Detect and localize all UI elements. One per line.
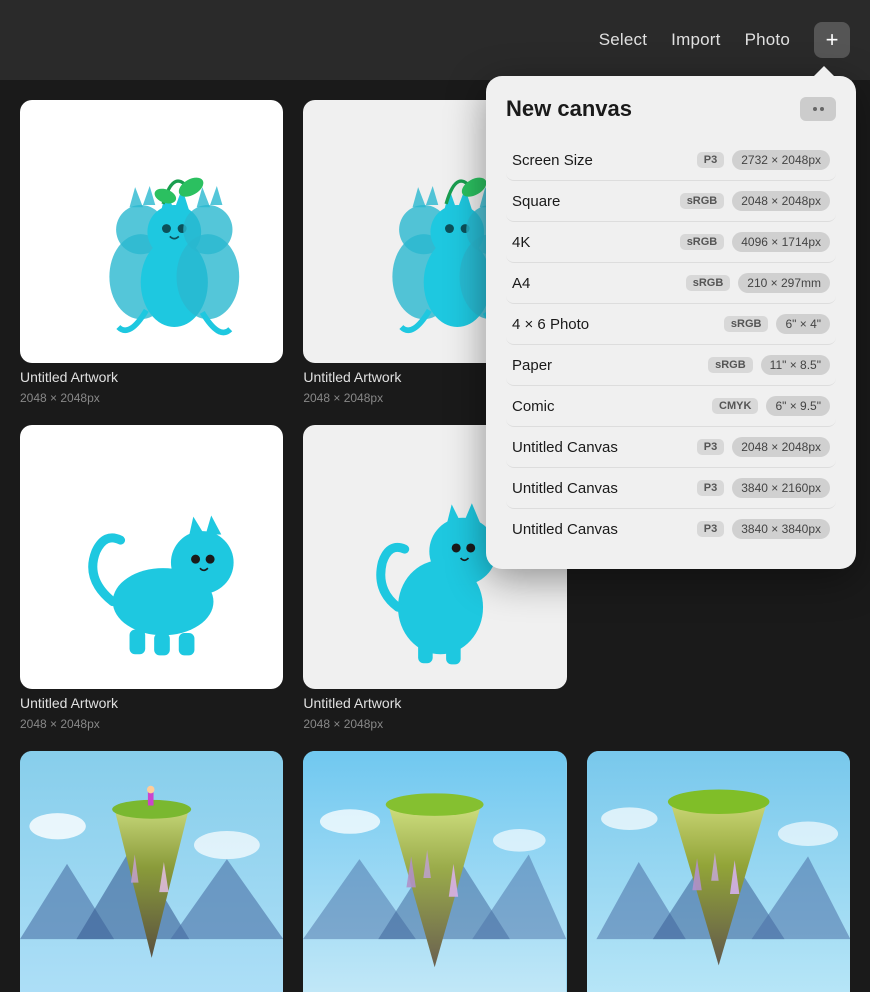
canvas-option-dimensions: 6" × 9.5" (766, 396, 830, 416)
canvas-option-dimensions: 2732 × 2048px (732, 150, 830, 170)
canvas-option-row[interactable]: SquaresRGB 2048 × 2048px (506, 181, 836, 222)
gallery-item[interactable]: Illustration8 2(1) 3840 × 3840px (303, 751, 566, 992)
canvas-option-row[interactable]: Untitled CanvasP3 2048 × 2048px (506, 427, 836, 468)
canvas-option-row[interactable]: 4 × 6 PhotosRGB 6" × 4" (506, 304, 836, 345)
canvas-option-name: Untitled Canvas (512, 521, 697, 538)
canvas-option-badge: sRGB (680, 193, 725, 209)
canvas-option-name: Untitled Canvas (512, 439, 697, 456)
canvas-option-badge: sRGB (680, 234, 725, 250)
canvas-option-dimensions: 11" × 8.5" (761, 355, 830, 375)
canvas-option-row[interactable]: ComicCMYK 6" × 9.5" (506, 386, 836, 427)
canvas-option-dimensions: 2048 × 2048px (732, 191, 830, 211)
canvas-option-row[interactable]: 4KsRGB 4096 × 1714px (506, 222, 836, 263)
photo-button[interactable]: Photo (745, 30, 790, 50)
gallery-item[interactable]: Untitled Artwork 2048 × 2048px (20, 425, 283, 730)
canvas-option-row[interactable]: Screen SizeP3 2732 × 2048px (506, 140, 836, 181)
canvas-option-name: 4 × 6 Photo (512, 316, 724, 333)
artwork-thumbnail (20, 100, 283, 363)
canvas-option-name: Screen Size (512, 152, 697, 169)
artwork-thumbnail (20, 751, 283, 992)
canvas-option-dimensions: 3840 × 2160px (732, 478, 830, 498)
gallery-item[interactable]: Untitled Artwork 2032 × 2010px (20, 751, 283, 992)
popup-title: New canvas (506, 96, 632, 122)
artwork-thumbnail (303, 751, 566, 992)
canvas-option-dimensions: 6" × 4" (776, 314, 830, 334)
gallery-item[interactable]: Untitled Artwork 2048 × 2048px (20, 100, 283, 405)
canvas-option-row[interactable]: Untitled CanvasP3 3840 × 3840px (506, 509, 836, 549)
canvas-option-badge: P3 (697, 152, 724, 168)
canvas-option-dimensions: 3840 × 3840px (732, 519, 830, 539)
artwork-title: Untitled Artwork (303, 695, 566, 711)
canvas-option-row[interactable]: Untitled CanvasP3 3840 × 2160px (506, 468, 836, 509)
canvas-option-row[interactable]: PapersRGB 11" × 8.5" (506, 345, 836, 386)
canvas-option-dimensions: 210 × 297mm (738, 273, 830, 293)
canvas-option-name: Square (512, 193, 680, 210)
popup-header: New canvas (506, 96, 836, 122)
artwork-size: 2048 × 2048px (20, 717, 283, 731)
artwork-title: Untitled Artwork (20, 369, 283, 385)
canvas-option-name: A4 (512, 275, 686, 292)
add-button[interactable]: + (814, 22, 850, 58)
canvas-option-badge: sRGB (686, 275, 731, 291)
canvas-option-dimensions: 2048 × 2048px (732, 437, 830, 457)
popup-icon-button[interactable] (800, 97, 836, 121)
artwork-title: Untitled Artwork (20, 695, 283, 711)
canvas-option-name: Untitled Canvas (512, 480, 697, 497)
canvas-option-badge: P3 (697, 439, 724, 455)
canvas-option-name: Comic (512, 398, 712, 415)
new-canvas-popup: New canvas Screen SizeP32732 × 2048pxSqu… (486, 76, 856, 569)
top-bar: Select Import Photo + (0, 0, 870, 80)
canvas-option-name: Paper (512, 357, 708, 374)
canvas-option-badge: sRGB (724, 316, 769, 332)
artwork-thumbnail (587, 751, 850, 992)
canvas-option-name: 4K (512, 234, 680, 251)
canvas-option-badge: P3 (697, 521, 724, 537)
import-button[interactable]: Import (671, 30, 720, 50)
canvas-option-badge: sRGB (708, 357, 753, 373)
canvas-option-dimensions: 4096 × 1714px (732, 232, 830, 252)
canvas-option-badge: P3 (697, 480, 724, 496)
canvas-option-row[interactable]: A4sRGB 210 × 297mm (506, 263, 836, 304)
artwork-size: 2048 × 2048px (20, 391, 283, 405)
canvas-option-badge: CMYK (712, 398, 758, 414)
artwork-size: 2048 × 2048px (303, 717, 566, 731)
artwork-thumbnail (20, 425, 283, 688)
gallery-item[interactable]: Illustration8 3840 × 3840px (587, 751, 850, 992)
select-button[interactable]: Select (599, 30, 647, 50)
